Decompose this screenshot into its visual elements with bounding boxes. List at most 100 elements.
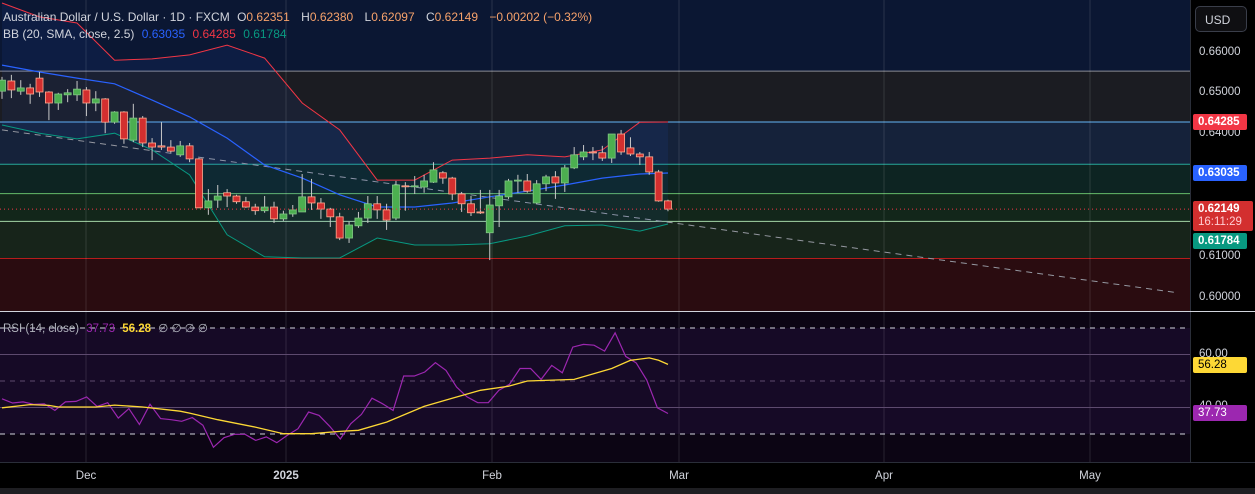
candle-body [176, 145, 185, 156]
candle-body [645, 156, 654, 173]
candle-body [166, 146, 175, 152]
price-label: 0.66000 [1199, 46, 1241, 58]
candle-body [138, 117, 147, 144]
candle-body [45, 91, 53, 104]
candle-body [326, 208, 335, 218]
candle-body [626, 147, 635, 155]
candle-body [110, 111, 119, 123]
close-value: 0.62149 [434, 10, 479, 24]
candle-body [195, 158, 203, 209]
candle-body [617, 133, 625, 153]
candle-body [532, 183, 541, 204]
candle-body [410, 185, 419, 188]
candle-body [82, 89, 91, 104]
candle-body [504, 180, 513, 198]
candle-body [589, 151, 597, 154]
candle-body [607, 133, 616, 159]
open-value: 0.62351 [246, 10, 290, 24]
change-value: −0.00202 (−0.32%) [489, 10, 593, 24]
candle-body [148, 142, 156, 148]
candle-body [26, 87, 35, 95]
time-label-dec: Dec [75, 470, 97, 482]
rsi-badge: 37.73 [1193, 405, 1247, 421]
candle-body [279, 213, 288, 220]
rsi-label[interactable]: RSI (14, close) [3, 323, 79, 335]
candle-body [213, 195, 222, 201]
currency-button[interactable]: USD [1195, 6, 1247, 32]
rsi-value: 37.73 [86, 323, 116, 335]
candle-body [288, 209, 297, 215]
candle-body [335, 216, 344, 239]
rsi-ma-value: 56.28 [122, 323, 152, 335]
candle-body [129, 117, 138, 141]
candle-body [598, 152, 607, 159]
candle-body [476, 211, 485, 214]
time-label-apr: Apr [875, 470, 893, 482]
rsi-legend: RSI (14, close) 37.73 56.28 ∅ ∅ ∅ ∅ [3, 321, 212, 335]
candle-body [457, 193, 466, 205]
candle-body [438, 172, 447, 179]
candle-body [579, 151, 588, 158]
candle-body [570, 154, 579, 169]
price-label: 0.61000 [1199, 250, 1241, 262]
bb-upper-value: 0.64285 [192, 27, 236, 41]
candle-body [429, 169, 438, 183]
price-label: 0.65000 [1199, 86, 1241, 98]
rsi-extras: ∅ ∅ ∅ ∅ [158, 323, 208, 335]
bb-upper-badge: 0.64285 [1193, 114, 1247, 130]
candle-body [542, 176, 550, 185]
candle-body [120, 111, 128, 140]
candle-body [382, 209, 391, 221]
candle-body [232, 195, 241, 203]
time-label-feb: Feb [482, 470, 502, 482]
candle-body [635, 153, 644, 158]
low-value: 0.62097 [371, 10, 415, 24]
candle-body [467, 203, 475, 214]
candle-body [373, 203, 382, 211]
candle-body [317, 202, 325, 210]
candle-body [654, 171, 663, 202]
candle-body [298, 196, 307, 213]
bottom-scrollbar[interactable] [0, 488, 1255, 494]
candle-body [523, 180, 532, 192]
candle-body [54, 93, 63, 104]
high-value: 0.62380 [309, 10, 354, 24]
last-price: 0.62149 [1198, 203, 1240, 215]
candle-body [448, 177, 457, 195]
candle-body [241, 201, 250, 208]
symbol-legend: Australian Dollar / U.S. Dollar · 1D · F… [3, 10, 593, 24]
candle-body [551, 176, 560, 184]
time-label-may: May [1079, 470, 1101, 482]
candle-body [223, 192, 232, 197]
price-zone [0, 258, 1190, 311]
time-label-2025: 2025 [273, 470, 299, 482]
bar-countdown: 16:11:29 [1198, 216, 1242, 228]
candle-body [363, 203, 372, 219]
bb-label[interactable]: BB (20, SMA, close, 2.5) [3, 27, 134, 41]
candle-body [307, 196, 316, 204]
candle-body [401, 185, 410, 188]
candle-body [91, 98, 100, 104]
candle-body [73, 88, 81, 96]
bb-basis-value: 0.63035 [141, 27, 186, 41]
price-label: 0.60000 [1199, 291, 1241, 303]
candle-body [420, 180, 429, 188]
bb-legend: BB (20, SMA, close, 2.5) 0.63035 0.64285… [3, 27, 291, 41]
price-zone [0, 221, 1190, 259]
bb-basis-badge: 0.63035 [1193, 165, 1247, 181]
candle-body [514, 179, 522, 182]
candle-body [204, 200, 213, 209]
candle-body [185, 145, 194, 160]
candle-body [63, 92, 72, 96]
candle-body [35, 77, 44, 93]
bb-lower-value: 0.61784 [243, 27, 287, 41]
bb-lower-badge: 0.61784 [1193, 233, 1247, 249]
last-price-badge: 0.62149 16:11:29 [1193, 201, 1253, 231]
symbol-title[interactable]: Australian Dollar / U.S. Dollar · 1D · F… [3, 10, 230, 24]
candle-body [0, 79, 6, 92]
chart-canvas[interactable] [0, 0, 1255, 494]
candle-body [495, 195, 504, 207]
candle-body [16, 87, 25, 92]
candle-body [354, 217, 363, 227]
candle-body [345, 224, 353, 239]
